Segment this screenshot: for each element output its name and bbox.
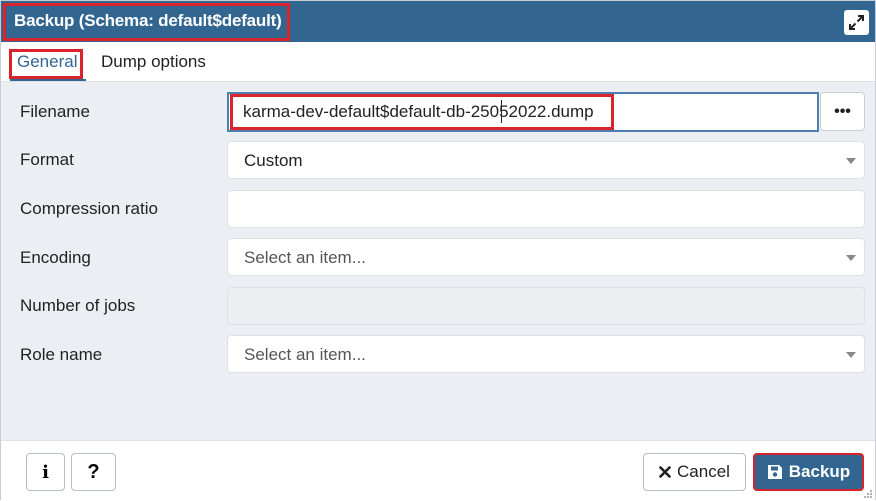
chevron-down-icon — [846, 255, 856, 261]
jobs-label: Number of jobs — [20, 296, 136, 315]
role-placeholder: Select an item... — [244, 345, 366, 364]
active-tab-indicator — [10, 79, 86, 81]
role-label: Role name — [20, 345, 103, 364]
filename-label: Filename — [20, 102, 90, 121]
title-highlight-box — [3, 3, 290, 41]
resize-grip-icon[interactable] — [863, 489, 873, 499]
expand-arrows-icon — [849, 15, 864, 30]
encoding-select[interactable]: Select an item... — [227, 238, 865, 276]
tab-bar: General Dump options — [1, 42, 875, 82]
info-button[interactable]: i — [26, 453, 65, 491]
info-icon: i — [42, 461, 49, 483]
encoding-label: Encoding — [20, 248, 91, 267]
backup-label: Backup — [788, 462, 851, 481]
help-icon: ? — [87, 460, 100, 483]
format-select[interactable]: Custom — [227, 141, 865, 179]
browse-file-button[interactable]: ••• — [820, 92, 865, 131]
cancel-button[interactable]: Cancel — [643, 453, 746, 491]
filename-highlight-box — [230, 94, 614, 130]
help-button[interactable]: ? — [71, 453, 116, 491]
cancel-label: Cancel — [677, 462, 730, 481]
save-icon — [767, 465, 782, 479]
close-icon — [659, 466, 671, 478]
dialog-footer: i ? Cancel Backup — [1, 440, 875, 501]
chevron-down-icon — [846, 158, 856, 164]
format-value: Custom — [244, 151, 303, 170]
chevron-down-icon — [846, 352, 856, 358]
backup-dialog: Backup (Schema: default$default) General… — [0, 0, 876, 501]
tab-dump-options[interactable]: Dump options — [101, 52, 206, 72]
jobs-input[interactable] — [227, 287, 865, 325]
format-label: Format — [20, 150, 74, 169]
compression-input[interactable] — [227, 190, 865, 228]
backup-button[interactable]: Backup — [753, 453, 864, 491]
role-select[interactable]: Select an item... — [227, 335, 865, 373]
maximize-button[interactable] — [844, 10, 869, 35]
encoding-placeholder: Select an item... — [244, 248, 366, 267]
tab-highlight-box — [9, 49, 83, 79]
dialog-titlebar[interactable]: Backup (Schema: default$default) — [1, 1, 875, 42]
compression-label: Compression ratio — [20, 199, 158, 218]
